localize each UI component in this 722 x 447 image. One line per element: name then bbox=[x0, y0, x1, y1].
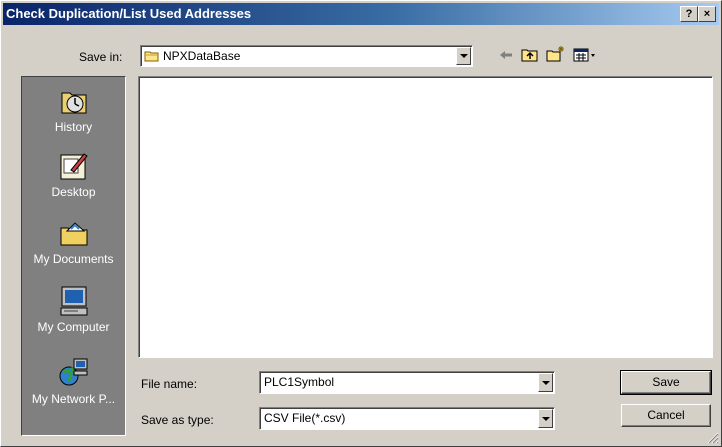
places-item-desktop[interactable]: Desktop bbox=[22, 150, 125, 199]
save-button[interactable]: Save bbox=[620, 370, 712, 395]
save-in-value: NPXDataBase bbox=[163, 49, 241, 63]
my-network-places-icon bbox=[58, 357, 90, 389]
view-menu-icon[interactable] bbox=[573, 47, 599, 63]
save-as-type-select[interactable]: CSV File(*.csv) bbox=[259, 407, 555, 430]
places-item-my-documents[interactable]: My Documents bbox=[22, 217, 125, 266]
save-as-type-label: Save as type: bbox=[141, 413, 214, 427]
my-computer-icon bbox=[58, 285, 90, 317]
places-item-my-network-places[interactable]: My Network P... bbox=[22, 357, 125, 406]
window-title: Check Duplication/List Used Addresses bbox=[6, 6, 252, 21]
places-label: My Documents bbox=[33, 252, 114, 266]
places-label: History bbox=[54, 120, 93, 134]
file-name-input[interactable]: PLC1Symbol bbox=[259, 371, 555, 394]
places-label: My Computer bbox=[37, 320, 110, 334]
places-label: My Network P... bbox=[31, 392, 116, 406]
places-item-history[interactable]: History bbox=[22, 85, 125, 134]
new-folder-icon[interactable] bbox=[546, 45, 566, 63]
resize-grip-icon[interactable] bbox=[707, 432, 719, 444]
close-button[interactable]: × bbox=[698, 6, 716, 22]
my-documents-icon bbox=[58, 217, 90, 249]
title-bar[interactable]: Check Duplication/List Used Addresses ? … bbox=[3, 3, 719, 25]
back-arrow-icon[interactable] bbox=[498, 48, 514, 62]
save-in-combo[interactable]: NPXDataBase bbox=[140, 45, 473, 67]
places-bar: History Desktop My Documents My Computer… bbox=[21, 76, 126, 436]
save-in-dropdown-button[interactable] bbox=[456, 47, 471, 65]
save-as-type-dropdown-button[interactable] bbox=[538, 409, 553, 428]
file-name-value: PLC1Symbol bbox=[264, 375, 335, 389]
save-as-type-value: CSV File(*.csv) bbox=[264, 411, 346, 425]
desktop-icon bbox=[58, 150, 90, 182]
file-list-view[interactable] bbox=[138, 76, 713, 358]
places-label: Desktop bbox=[51, 185, 96, 199]
cancel-button[interactable]: Cancel bbox=[621, 404, 711, 427]
file-name-dropdown-button[interactable] bbox=[538, 373, 553, 392]
places-item-my-computer[interactable]: My Computer bbox=[22, 285, 125, 334]
save-in-label: Save in: bbox=[79, 50, 123, 64]
history-icon bbox=[58, 85, 90, 117]
folder-icon bbox=[144, 49, 160, 63]
save-dialog-window: Check Duplication/List Used Addresses ? … bbox=[0, 0, 722, 447]
help-button[interactable]: ? bbox=[680, 6, 698, 22]
up-one-level-icon[interactable] bbox=[521, 47, 539, 63]
file-name-label: File name: bbox=[141, 377, 198, 391]
